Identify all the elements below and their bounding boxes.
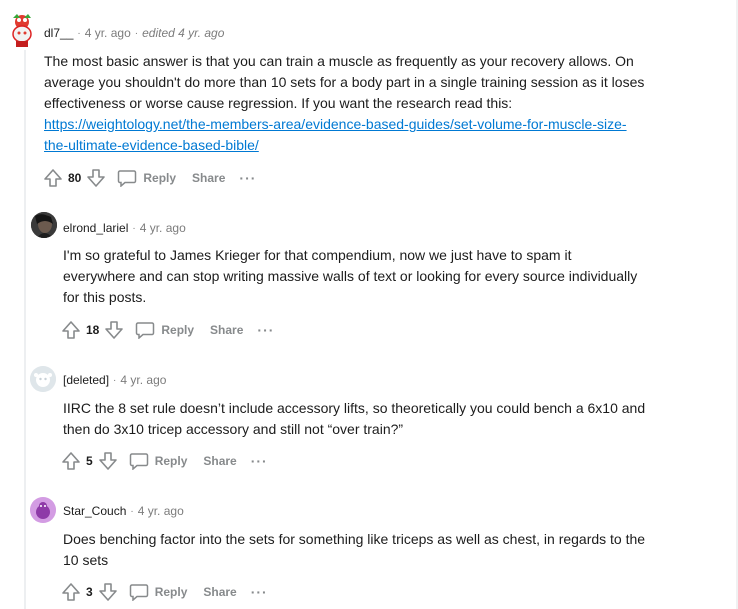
comment-meta: Star_Couch · 4 yr. ago	[63, 504, 184, 518]
comment-bubble-icon	[129, 584, 148, 601]
timestamp[interactable]: 4 yr. ago	[85, 26, 131, 40]
downvote-icon[interactable]	[97, 450, 119, 472]
avatar[interactable]	[30, 497, 56, 523]
share-label[interactable]: Share	[203, 585, 236, 599]
comment-bubble-icon	[136, 322, 155, 339]
upvote-icon[interactable]	[42, 167, 64, 189]
link-line[interactable]: https://weightology.net/the-members-area…	[44, 116, 627, 132]
thread-line[interactable]	[24, 50, 26, 609]
share-button[interactable]: Share	[203, 454, 236, 468]
reply-button[interactable]: Reply	[117, 169, 176, 187]
comment-body: IIRC the 8 set rule doesn’t include acce…	[63, 398, 723, 440]
share-label[interactable]: Share	[203, 454, 236, 468]
timestamp[interactable]: 4 yr. ago	[120, 373, 166, 387]
comment-actions: 80 Reply Share ···	[42, 166, 256, 190]
comment-line: IIRC the 8 set rule doesn’t include acce…	[63, 400, 646, 416]
timestamp[interactable]: 4 yr. ago	[140, 221, 186, 235]
comment-meta: elrond_lariel · 4 yr. ago	[63, 221, 186, 235]
comment-line: The most basic answer is that you can tr…	[44, 53, 634, 69]
share-button[interactable]: Share	[203, 585, 236, 599]
reply-label[interactable]: Reply	[155, 454, 188, 468]
comment-line: Does benching factor into the sets for s…	[63, 531, 646, 547]
comment-meta: dl7__ · 4 yr. ago · edited 4 yr. ago	[44, 26, 224, 40]
link-line[interactable]: the-ultimate-evidence-based-bible/	[44, 137, 259, 153]
separator-dot: ·	[132, 222, 136, 234]
comment-line: 10 sets	[63, 552, 109, 568]
share-button[interactable]: Share	[192, 171, 225, 185]
reply-label[interactable]: Reply	[161, 323, 194, 337]
comment-line: average you shouldn't do more than 10 se…	[44, 74, 645, 90]
avatar[interactable]	[30, 366, 56, 392]
comment-actions: 5 Reply Share ···	[60, 449, 268, 473]
comment-body: Does benching factor into the sets for s…	[63, 529, 723, 571]
timestamp[interactable]: 4 yr. ago	[138, 504, 184, 518]
comment-bubble-icon	[129, 453, 148, 470]
upvote-icon[interactable]	[60, 581, 82, 603]
comment-line: for this posts.	[63, 289, 147, 305]
separator-dot: ·	[134, 27, 139, 39]
avatar[interactable]	[31, 212, 57, 238]
downvote-icon[interactable]	[103, 319, 125, 341]
upvote-icon[interactable]	[60, 319, 82, 341]
vote-score: 80	[68, 171, 82, 185]
comment-line: I'm so grateful to James Krieger for tha…	[63, 247, 572, 263]
comment-bubble-icon	[118, 170, 137, 187]
separator-dot: ·	[130, 505, 134, 517]
research-link[interactable]: https://weightology.net/the-members-area…	[44, 114, 724, 156]
author-name[interactable]: elrond_lariel	[63, 221, 128, 235]
reply-label[interactable]: Reply	[155, 585, 188, 599]
reply-button[interactable]: Reply	[135, 321, 194, 339]
author-name[interactable]: dl7__	[44, 26, 73, 40]
more-options-icon[interactable]: ···	[251, 585, 268, 599]
downvote-icon[interactable]	[85, 167, 107, 189]
downvote-icon[interactable]	[97, 581, 119, 603]
comment-actions: 3 Reply Share ···	[60, 580, 268, 604]
more-options-icon[interactable]: ···	[239, 171, 256, 185]
more-options-icon[interactable]: ···	[257, 323, 274, 337]
comment-meta: [deleted] · 4 yr. ago	[63, 373, 166, 387]
upvote-icon[interactable]	[60, 450, 82, 472]
share-button[interactable]: Share	[210, 323, 243, 337]
share-label[interactable]: Share	[192, 171, 225, 185]
reply-label[interactable]: Reply	[143, 171, 176, 185]
separator-dot: ·	[77, 27, 81, 39]
author-name[interactable]: [deleted]	[63, 373, 109, 387]
edited-label: edited 4 yr. ago	[142, 26, 225, 40]
comment-line: then do 3x10 tricep accessory and still …	[63, 421, 404, 437]
avatar[interactable]	[8, 12, 36, 48]
share-label[interactable]: Share	[210, 323, 243, 337]
comment-line: effectiveness or worse cause regression.…	[44, 95, 513, 111]
comment-line: everywhere and can stop writing massive …	[63, 268, 638, 284]
comment-actions: 18 Reply Share ···	[60, 318, 274, 342]
vote-score: 5	[86, 454, 93, 468]
reply-button[interactable]: Reply	[129, 583, 188, 601]
more-options-icon[interactable]: ···	[251, 454, 268, 468]
vote-score: 3	[86, 585, 93, 599]
vote-score: 18	[86, 323, 100, 337]
separator-dot: ·	[113, 374, 117, 386]
reply-button[interactable]: Reply	[129, 452, 188, 470]
author-name[interactable]: Star_Couch	[63, 504, 126, 518]
comment-body: I'm so grateful to James Krieger for tha…	[63, 245, 723, 308]
comment-body: The most basic answer is that you can tr…	[44, 51, 724, 156]
